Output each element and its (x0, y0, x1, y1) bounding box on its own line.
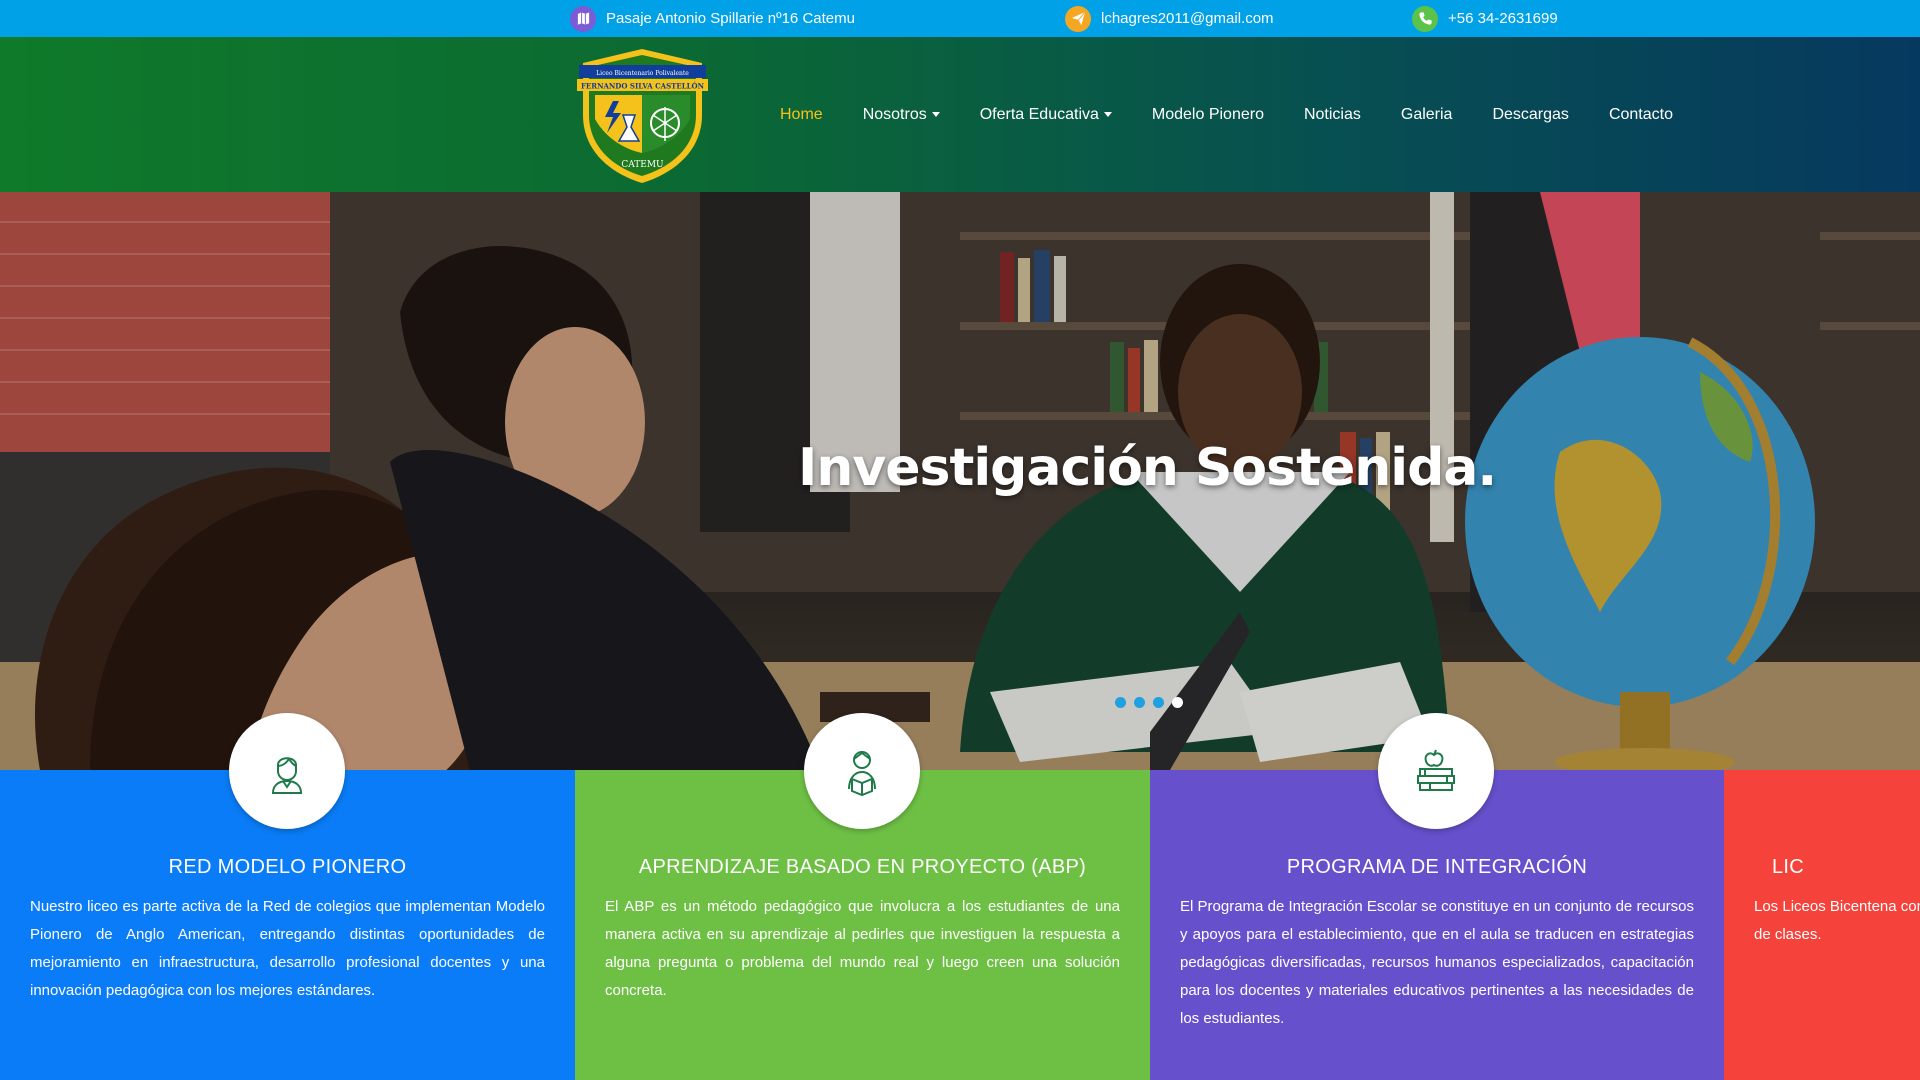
map-icon (570, 5, 596, 32)
chevron-down-icon (931, 111, 940, 117)
nav-descargas[interactable]: Descargas (1492, 106, 1568, 124)
nav-modelo-pionero[interactable]: Modelo Pionero (1152, 106, 1264, 124)
card-title: APRENDIZAJE BASADO EN PROYECTO (ABP) (638, 856, 1087, 878)
nav-nosotros[interactable]: Nosotros (863, 106, 940, 124)
address-info: Pasaje Antonio Spillarie nº16 Catemu (570, 0, 855, 37)
books-apple-icon-badge (1378, 713, 1494, 829)
svg-text:FERNANDO SILVA CASTELLÓN: FERNANDO SILVA CASTELLÓN (581, 82, 705, 91)
svg-text:Liceo Bicentenario Polivalente: Liceo Bicentenario Polivalente (596, 70, 689, 77)
card-text: El Programa de Integración Escolar se co… (1180, 898, 1694, 1027)
nav-galeria[interactable]: Galeria (1401, 106, 1453, 124)
teacher-icon (271, 757, 303, 794)
books-apple-icon (1417, 749, 1455, 791)
card-title: LIC (1772, 856, 1805, 878)
hero-title: Investigación Sostenida. (798, 438, 1497, 498)
svg-text:CATEMU: CATEMU (621, 160, 664, 170)
address-text: Pasaje Antonio Spillarie nº16 Catemu (606, 10, 855, 27)
card-title: RED MODELO PIONERO (168, 856, 407, 878)
nav-oferta-label: Oferta Educativa (979, 105, 1099, 123)
nav-contacto[interactable]: Contacto (1609, 106, 1673, 124)
carousel-indicators (1115, 697, 1183, 708)
phone-text[interactable]: +56 34-2631699 (1448, 10, 1558, 27)
student-reading-icon-badge (804, 713, 920, 829)
nav-home[interactable]: Home (780, 106, 823, 124)
card-title: PROGRAMA DE INTEGRACIÓN (1286, 856, 1588, 878)
carousel-dot-4[interactable] (1172, 697, 1183, 708)
send-icon (1065, 5, 1091, 32)
phone-icon (1412, 5, 1438, 32)
student-reading-icon (848, 751, 876, 797)
email-info[interactable]: lchagres2011@gmail.com (1065, 0, 1274, 37)
carousel-dot-1[interactable] (1115, 697, 1126, 708)
card-text: Nuestro liceo es parte activa de la Red … (30, 898, 545, 999)
nav-noticias[interactable]: Noticias (1304, 106, 1361, 124)
carousel-dot-3[interactable] (1153, 697, 1164, 708)
school-logo[interactable]: Liceo Bicentenario Polivalente FERNANDO … (575, 45, 710, 185)
nav-nosotros-label: Nosotros (862, 105, 927, 123)
teacher-icon-badge (229, 713, 345, 829)
site-header: Liceo Bicentenario Polivalente FERNANDO … (0, 37, 1920, 192)
card-text: El ABP es un método pedagógico que invol… (605, 898, 1120, 999)
card-liceos-bicentenario[interactable]: LIC Los Liceos Bicentena comparten tres … (1724, 770, 1920, 1080)
phone-info[interactable]: +56 34-2631699 (1412, 0, 1558, 37)
top-info-bar: Pasaje Antonio Spillarie nº16 Catemu lch… (0, 0, 1920, 37)
nav-oferta-educativa[interactable]: Oferta Educativa (980, 106, 1112, 124)
email-text[interactable]: lchagres2011@gmail.com (1101, 10, 1274, 27)
main-nav: Home Nosotros Oferta Educativa Modelo Pi… (780, 37, 1713, 192)
carousel-dot-2[interactable] (1134, 697, 1145, 708)
card-text: Los Liceos Bicentena comparten tres prin… (1754, 898, 1920, 943)
hero-carousel[interactable]: Investigación Sostenida. (0, 192, 1920, 770)
chevron-down-icon (1103, 111, 1112, 117)
